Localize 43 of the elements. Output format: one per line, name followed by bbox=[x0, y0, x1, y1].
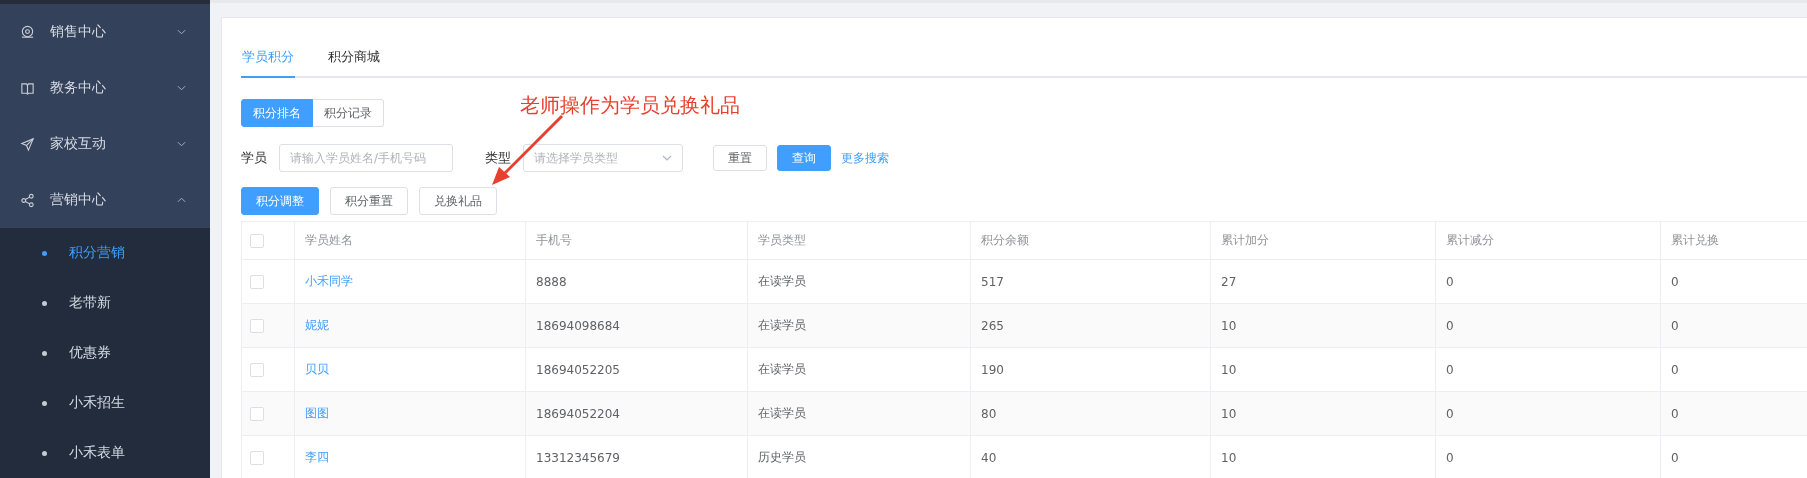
column-header: 学员类型 bbox=[748, 222, 971, 260]
table-cell: 10 bbox=[1211, 392, 1436, 436]
segment-button[interactable]: 积分记录 bbox=[313, 99, 384, 127]
column-header: 手机号 bbox=[526, 222, 748, 260]
submenu-item[interactable]: 优惠券 bbox=[0, 328, 210, 378]
table-cell: 0 bbox=[1436, 304, 1661, 348]
table-cell: 历史学员 bbox=[748, 436, 971, 478]
table-cell: 18694098684 bbox=[526, 304, 748, 348]
column-header: 积分余额 bbox=[971, 222, 1211, 260]
column-header: 累计减分 bbox=[1436, 222, 1661, 260]
table-cell: 0 bbox=[1661, 304, 1807, 348]
column-header: 累计兑换 bbox=[1661, 222, 1807, 260]
field-label: 类型 bbox=[485, 149, 511, 167]
table-cell: 265 bbox=[971, 304, 1211, 348]
table-cell: 0 bbox=[1661, 392, 1807, 436]
menu-item[interactable]: 营销中心 bbox=[0, 172, 210, 228]
table-cell: 0 bbox=[1661, 436, 1807, 478]
table-cell: 在读学员 bbox=[748, 392, 971, 436]
table-cell: 80 bbox=[971, 392, 1211, 436]
submenu-item[interactable]: 积分营销 bbox=[0, 228, 210, 278]
search-field[interactable]: 请输入学员姓名/手机号码 bbox=[279, 144, 453, 172]
submenu-item[interactable]: 小禾招生 bbox=[0, 378, 210, 428]
menu-item[interactable]: 家校互动 bbox=[0, 116, 210, 172]
field-label: 学员 bbox=[241, 149, 267, 167]
menu-item[interactable]: 销售中心 bbox=[0, 4, 210, 60]
table-cell: 18694052204 bbox=[526, 392, 748, 436]
table-cell: 0 bbox=[1436, 436, 1661, 478]
button[interactable]: 积分重置 bbox=[330, 187, 408, 215]
menu-item[interactable]: 教务中心 bbox=[0, 60, 210, 116]
table-cell: 13312345679 bbox=[526, 436, 748, 478]
table-cell: 在读学员 bbox=[748, 304, 971, 348]
table-cell: 40 bbox=[971, 436, 1211, 478]
table-cell: 10 bbox=[1211, 436, 1436, 478]
column-header: 学员姓名 bbox=[295, 222, 526, 260]
submenu-item[interactable]: 老带新 bbox=[0, 278, 210, 328]
table-cell: 0 bbox=[1436, 392, 1661, 436]
annotation-text: 老师操作为学员兑换礼品 bbox=[520, 92, 740, 119]
submenu-item[interactable]: 小禾表单 bbox=[0, 428, 210, 478]
tab[interactable]: 积分商城 bbox=[327, 48, 381, 76]
column-header: 累计加分 bbox=[1211, 222, 1436, 260]
button[interactable]: 兑换礼品 bbox=[419, 187, 497, 215]
button[interactable]: 重置 bbox=[713, 145, 767, 171]
table-cell: 10 bbox=[1211, 304, 1436, 348]
